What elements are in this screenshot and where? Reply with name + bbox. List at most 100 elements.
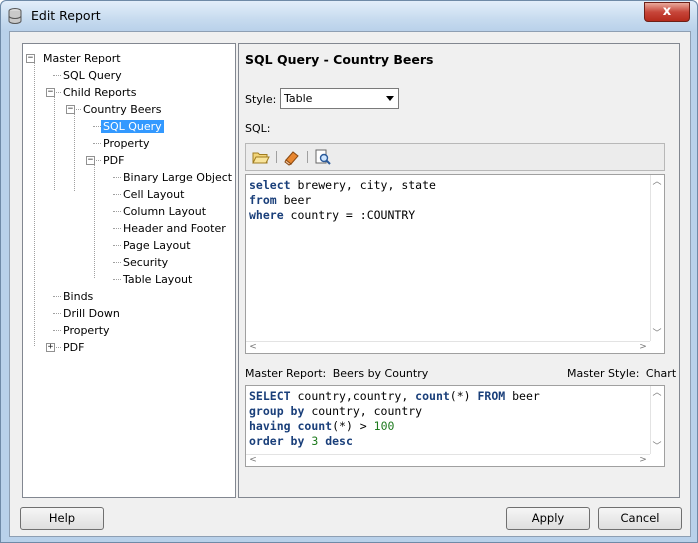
scroll-down-icon[interactable]: ﹀ — [651, 329, 663, 339]
tree-item-binds[interactable]: Binds — [61, 289, 95, 304]
open-folder-icon[interactable] — [252, 149, 270, 166]
scroll-right-icon[interactable]: > — [637, 455, 649, 465]
master-vertical-scrollbar[interactable]: ︿ ﹀ — [650, 386, 664, 454]
master-horizontal-scrollbar[interactable]: < > — [246, 454, 650, 466]
scroll-right-icon[interactable]: > — [637, 342, 649, 352]
master-style-info: Master Style: Chart — [567, 367, 676, 380]
tree-connector — [113, 211, 121, 212]
tree-item-pdf[interactable]: PDF — [61, 340, 86, 355]
sql-keyword: desc — [325, 434, 353, 448]
master-report-value: Beers by Country — [332, 367, 429, 380]
tree-item-sql-query[interactable]: SQL Query — [61, 68, 124, 83]
edit-report-dialog: Edit Report x Master Report − SQL Query Chi… — [0, 0, 698, 543]
scroll-left-icon[interactable]: < — [247, 455, 259, 465]
tree-item-country-beers[interactable]: Country Beers — [81, 102, 164, 117]
tree-connector — [53, 75, 61, 76]
sql-label: SQL: — [245, 122, 271, 135]
sql-text: beer — [276, 193, 312, 207]
close-button[interactable]: x — [644, 2, 690, 22]
close-icon: x — [662, 4, 672, 19]
scroll-down-icon[interactable]: ﹀ — [651, 442, 663, 452]
tree-connector — [113, 279, 121, 280]
tree-connector — [53, 330, 61, 331]
sql-code: select brewery, city, state from beer wher… — [249, 178, 436, 223]
scroll-left-icon[interactable]: < — [247, 342, 259, 352]
tree-item-label: Page Layout — [123, 239, 191, 252]
master-report-label: Master Report: — [245, 367, 327, 380]
tree-item-label: SQL Query — [101, 120, 164, 133]
expand-icon[interactable]: + — [46, 343, 55, 352]
collapse-icon[interactable]: − — [26, 54, 35, 63]
master-style-value: Chart — [645, 367, 677, 380]
tree-item-label: Cell Layout — [123, 188, 185, 201]
style-select-value: Table — [284, 92, 313, 105]
help-button-label: Help — [48, 511, 76, 525]
cancel-button[interactable]: Cancel — [598, 507, 682, 530]
tree-connector — [113, 228, 121, 229]
tree-item-child-reports[interactable]: Child Reports — [61, 85, 138, 100]
tree-item-table-layout[interactable]: Table Layout — [121, 272, 194, 287]
sql-text: beer — [505, 389, 540, 403]
tree-item-property[interactable]: Property — [61, 323, 112, 338]
tree-item-pdf[interactable]: PDF — [101, 153, 126, 168]
scroll-up-icon[interactable]: ︿ — [651, 177, 663, 187]
tree-item-column-layout[interactable]: Column Layout — [121, 204, 208, 219]
style-select[interactable]: Table — [280, 88, 399, 109]
eraser-icon[interactable] — [283, 149, 301, 166]
report-tree[interactable]: Master Report − SQL Query Child Reports − Cou… — [22, 43, 236, 498]
tree-item-header-and-footer[interactable]: Header and Footer — [121, 221, 228, 236]
sql-keyword: count — [297, 419, 333, 433]
tree-item-label: Binds — [63, 290, 94, 303]
cancel-button-label: Cancel — [620, 511, 660, 525]
tree-connector — [74, 107, 75, 191]
tree-item-page-layout[interactable]: Page Layout — [121, 238, 193, 253]
find-icon[interactable] — [314, 149, 332, 166]
sql-text: country = :COUNTRY — [283, 208, 416, 222]
tree-connector — [93, 126, 101, 127]
sql-text: (*) — [449, 389, 478, 403]
database-icon — [8, 8, 22, 24]
collapse-icon[interactable]: − — [46, 88, 55, 97]
tree-item-drill-down[interactable]: Drill Down — [61, 306, 122, 321]
sql-vertical-scrollbar[interactable]: ︿ ﹀ — [650, 175, 664, 341]
sql-horizontal-scrollbar[interactable]: < > — [246, 341, 650, 353]
tree-item-label: PDF — [63, 341, 85, 354]
tree-item-label: Column Layout — [123, 205, 207, 218]
tree-item-binary-large-object[interactable]: Binary Large Object — [121, 170, 234, 185]
sql-keyword: where — [249, 208, 284, 222]
sql-text: country, country — [304, 404, 423, 418]
tree-item-master-report[interactable]: Master Report — [41, 51, 123, 66]
collapse-icon[interactable]: − — [86, 156, 95, 165]
collapse-icon[interactable]: − — [66, 105, 75, 114]
sql-keyword: select — [249, 178, 291, 192]
title-bar[interactable]: Edit Report x — [1, 1, 697, 31]
tree-connector — [54, 90, 55, 190]
tree-connector — [53, 313, 61, 314]
sql-keyword: group by — [249, 404, 305, 418]
tree-item-label: Security — [123, 256, 169, 269]
help-button[interactable]: Help — [20, 507, 104, 530]
sql-query-panel: SQL Query - Country Beers Style: Table S… — [238, 43, 680, 498]
code-line: order by 3 desc — [249, 434, 540, 449]
sql-keyword: having — [249, 419, 291, 433]
sql-editor[interactable]: select brewery, city, state from beer wher… — [245, 174, 665, 354]
tree-item-label: Property — [103, 137, 150, 150]
tree-connector — [53, 296, 61, 297]
sql-keyword: from — [249, 193, 277, 207]
master-style-label: Master Style: — [567, 367, 640, 380]
tree-item-sql-query[interactable]: SQL Query — [101, 119, 164, 134]
master-sql-viewer[interactable]: SELECT country,country, count(*) FROM be… — [245, 385, 665, 467]
tree-item-label: Table Layout — [123, 273, 193, 286]
tree-connector — [113, 262, 121, 263]
tree-connector — [34, 56, 35, 346]
tree-item-label: Drill Down — [63, 307, 120, 320]
window-title: Edit Report — [31, 8, 101, 23]
tree-item-label: PDF — [103, 154, 125, 167]
apply-button[interactable]: Apply — [506, 507, 590, 530]
tree-item-security[interactable]: Security — [121, 255, 170, 270]
code-line: from beer — [249, 193, 436, 208]
toolbar-separator — [307, 151, 308, 163]
scroll-up-icon[interactable]: ︿ — [651, 388, 663, 398]
tree-item-property[interactable]: Property — [101, 136, 152, 151]
tree-item-cell-layout[interactable]: Cell Layout — [121, 187, 186, 202]
